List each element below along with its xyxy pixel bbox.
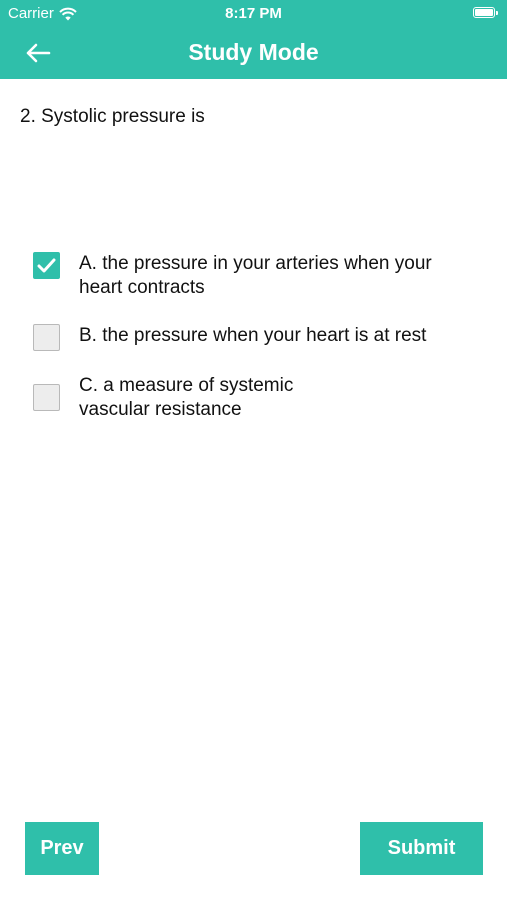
app-header: Carrier 8:17 PM Study Mode <box>0 0 507 79</box>
checkmark-icon <box>37 258 56 273</box>
page-title: Study Mode <box>188 39 319 65</box>
option-c[interactable]: C. a measure of systemic vascular resist… <box>33 374 479 422</box>
option-a-label: A. the pressure in your arteries when yo… <box>79 253 432 298</box>
submit-button[interactable]: Submit <box>360 822 483 875</box>
battery-level <box>475 9 493 16</box>
question-text: 2. Systolic pressure is <box>20 106 205 127</box>
option-a-checkbox[interactable] <box>33 252 60 279</box>
option-c-checkbox[interactable] <box>33 384 60 411</box>
option-b-checkbox[interactable] <box>33 324 60 351</box>
prev-button[interactable]: Prev <box>25 822 99 875</box>
status-time: 8:17 PM <box>225 5 282 22</box>
battery-icon <box>473 7 498 18</box>
option-a[interactable]: A. the pressure in your arteries when yo… <box>33 252 479 300</box>
option-c-label: C. a measure of systemic vascular resist… <box>79 375 294 420</box>
option-b[interactable]: B. the pressure when your heart is at re… <box>33 324 479 351</box>
status-bar: Carrier 8:17 PM <box>0 0 507 28</box>
nav-bar: Study Mode <box>0 28 507 79</box>
option-b-label: B. the pressure when your heart is at re… <box>79 325 427 346</box>
